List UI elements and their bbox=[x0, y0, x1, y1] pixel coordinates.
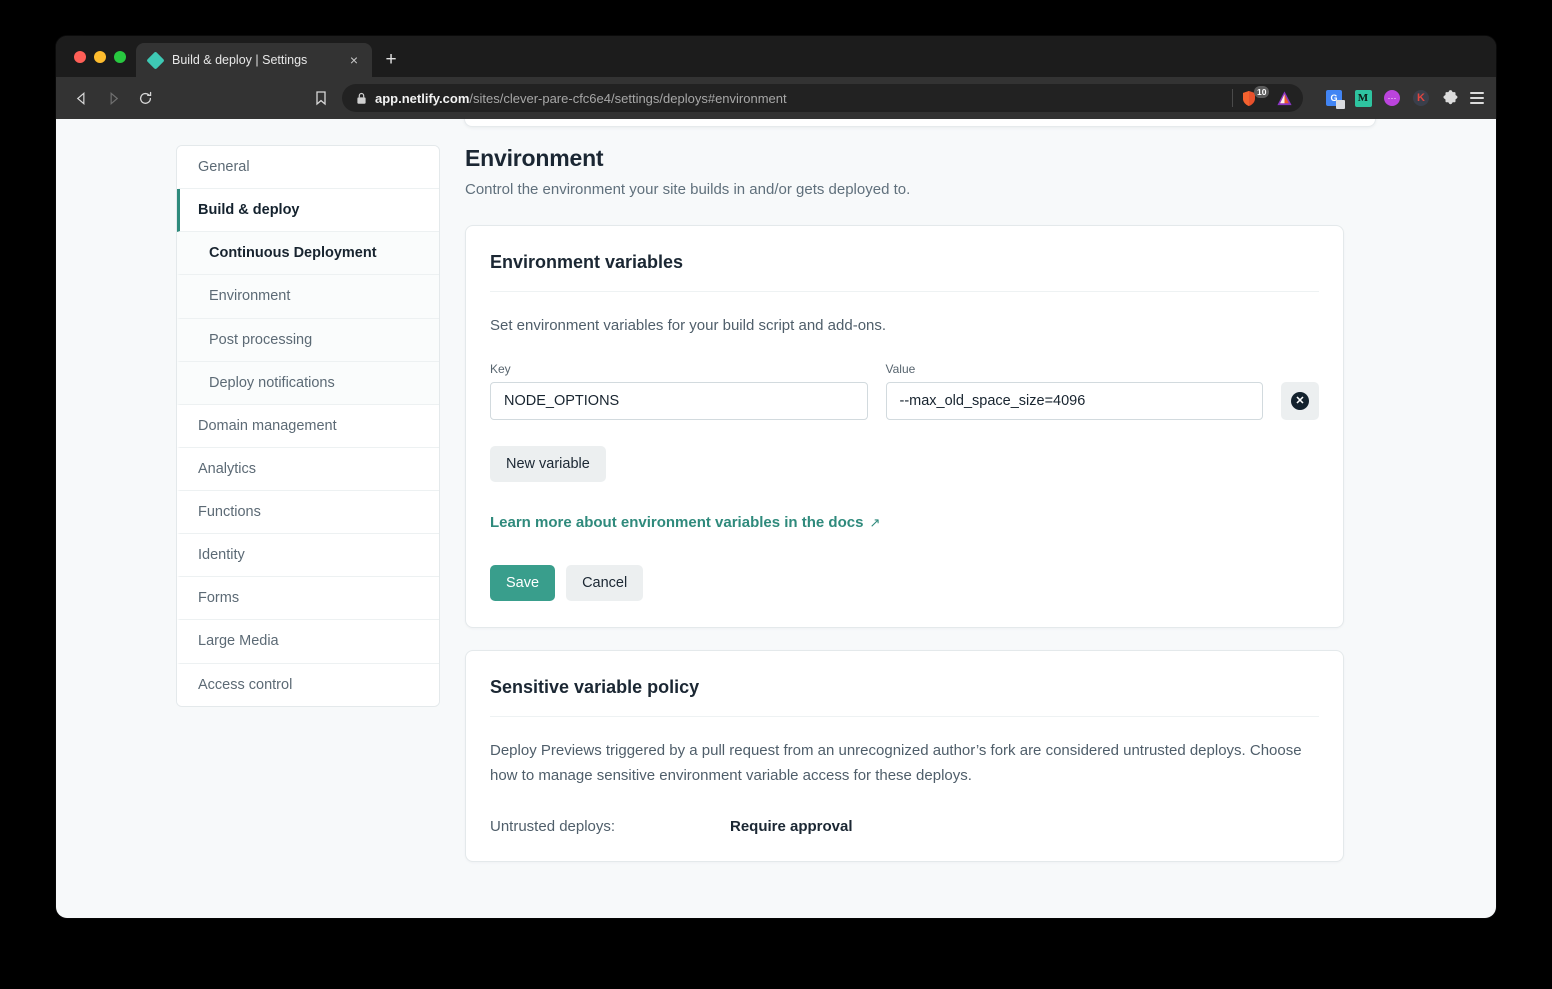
sidebar-item-functions[interactable]: Functions bbox=[177, 491, 439, 535]
browser-tab-title: Build & deploy | Settings bbox=[172, 53, 308, 67]
new-variable-button[interactable]: New variable bbox=[490, 446, 606, 483]
settings-sidebar: General Build & deploy Continuous Deploy… bbox=[176, 145, 440, 707]
minimize-window-button[interactable] bbox=[94, 50, 106, 63]
env-key-input[interactable]: NODE_OPTIONS bbox=[490, 382, 868, 421]
new-variable-row: New variable bbox=[490, 446, 1319, 483]
close-icon[interactable]: × bbox=[346, 52, 362, 68]
env-key-label: Key bbox=[490, 362, 511, 377]
settings-main-content: Environment Control the environment your… bbox=[440, 145, 1496, 884]
untrusted-deploys-row: Untrusted deploys: Require approval bbox=[490, 818, 1319, 835]
page-subtitle: Control the environment your site builds… bbox=[465, 181, 911, 198]
sidebar-item-deploy-notifications[interactable]: Deploy notifications bbox=[177, 361, 439, 405]
untrusted-deploys-label: Untrusted deploys: bbox=[490, 817, 616, 835]
env-value-field-group: Value --max_old_space_size=4096 bbox=[885, 362, 1263, 421]
url-host: app.netlify.com bbox=[375, 90, 470, 106]
sidebar-item-general[interactable]: General bbox=[177, 146, 439, 190]
sidebar-item-domain-management[interactable]: Domain management bbox=[177, 404, 439, 448]
medium-icon[interactable]: M bbox=[1354, 89, 1372, 107]
address-bar[interactable]: app.netlify.com/sites/clever-pare-cfc6e4… bbox=[342, 84, 1303, 112]
sidebar-item-analytics[interactable]: Analytics bbox=[177, 447, 439, 491]
env-value-label: Value bbox=[885, 362, 916, 377]
bookmark-icon[interactable] bbox=[306, 83, 336, 113]
google-translate-icon[interactable]: G bbox=[1325, 89, 1345, 109]
extension-tray: G M ··· K bbox=[1325, 89, 1484, 109]
browser-tab-strip: Build & deploy | Settings × + bbox=[56, 36, 1496, 77]
environment-variables-card: Environment variables Set environment va… bbox=[465, 225, 1344, 629]
browser-tab[interactable]: Build & deploy | Settings × bbox=[136, 43, 372, 77]
omnibox-actions: 10 bbox=[1232, 85, 1270, 107]
desktop-backdrop: Build & deploy | Settings × + app.netlif… bbox=[0, 0, 1552, 989]
back-arrow-icon[interactable] bbox=[66, 83, 96, 113]
remove-variable-button[interactable]: ✕ bbox=[1281, 382, 1319, 421]
sidebar-item-large-media[interactable]: Large Media bbox=[177, 620, 439, 664]
env-value-input[interactable]: --max_old_space_size=4096 bbox=[885, 382, 1263, 421]
browser-menu-icon[interactable] bbox=[1470, 92, 1484, 104]
settings-page: General Build & deploy Continuous Deploy… bbox=[56, 119, 1496, 884]
env-key-field-group: Key NODE_OPTIONS bbox=[490, 362, 868, 421]
new-tab-button[interactable]: + bbox=[376, 43, 406, 77]
sidebar-item-environment[interactable]: Environment bbox=[177, 275, 439, 319]
forward-arrow-icon bbox=[98, 83, 128, 113]
untrusted-deploys-value[interactable]: Require approval bbox=[730, 818, 853, 835]
environment-variable-row: Key NODE_OPTIONS Value --max_old_space_s… bbox=[490, 362, 1319, 421]
remove-variable-icon: ✕ bbox=[1291, 392, 1309, 411]
purple-circle-extension-icon[interactable]: ··· bbox=[1383, 89, 1401, 107]
puzzle-extensions-icon[interactable] bbox=[1441, 89, 1459, 107]
external-link-icon: ↗ bbox=[869, 514, 881, 530]
sensitive-variable-policy-description: Deploy Previews triggered by a pull requ… bbox=[490, 742, 1302, 784]
save-button[interactable]: Save bbox=[490, 565, 556, 602]
purple-extension-glyph: ··· bbox=[1384, 90, 1400, 106]
sidebar-item-identity[interactable]: Identity bbox=[177, 534, 439, 578]
shields-badge-count: 10 bbox=[1254, 85, 1270, 98]
url-path: /sites/clever-pare-cfc6e4/settings/deplo… bbox=[469, 90, 787, 106]
sidebar-item-access-control[interactable]: Access control bbox=[177, 663, 439, 706]
sidebar-item-build-and-deploy[interactable]: Build & deploy bbox=[177, 189, 439, 233]
brave-logo-icon[interactable] bbox=[1275, 89, 1293, 107]
medium-glyph: M bbox=[1354, 89, 1372, 107]
browser-window: Build & deploy | Settings × + app.netlif… bbox=[56, 36, 1496, 918]
page-title: Environment bbox=[465, 145, 604, 171]
sensitive-variable-policy-title: Sensitive variable policy bbox=[490, 677, 1319, 718]
environment-variables-description: Set environment variables for your build… bbox=[490, 317, 887, 334]
close-window-button[interactable] bbox=[74, 50, 86, 63]
sidebar-item-post-processing[interactable]: Post processing bbox=[177, 318, 439, 362]
sensitive-variable-policy-card: Sensitive variable policy Deploy Preview… bbox=[465, 650, 1344, 862]
kagi-glyph: K bbox=[1413, 90, 1429, 106]
sidebar-item-forms[interactable]: Forms bbox=[177, 577, 439, 621]
environment-actions: Save Cancel bbox=[490, 565, 1319, 602]
environment-docs-link[interactable]: Learn more about environment variables i… bbox=[490, 514, 880, 531]
sidebar-item-continuous-deployment[interactable]: Continuous Deployment bbox=[177, 232, 439, 276]
environment-variables-title: Environment variables bbox=[490, 252, 1319, 292]
brave-shields-icon[interactable]: 10 bbox=[1241, 85, 1270, 107]
kagi-extension-icon[interactable]: K bbox=[1412, 89, 1430, 107]
google-translate-glyph: G bbox=[1326, 90, 1345, 109]
environment-docs-link-label: Learn more about environment variables i… bbox=[490, 514, 864, 532]
cancel-button[interactable]: Cancel bbox=[566, 565, 644, 602]
window-traffic-lights bbox=[70, 36, 136, 77]
page-viewport: General Build & deploy Continuous Deploy… bbox=[56, 119, 1496, 918]
lock-icon bbox=[356, 92, 367, 105]
maximize-window-button[interactable] bbox=[114, 50, 126, 63]
address-bar-url: app.netlify.com/sites/clever-pare-cfc6e4… bbox=[375, 91, 1224, 106]
netlify-diamond-icon bbox=[146, 50, 165, 70]
reload-icon[interactable] bbox=[130, 83, 160, 113]
browser-toolbar: app.netlify.com/sites/clever-pare-cfc6e4… bbox=[56, 77, 1496, 119]
